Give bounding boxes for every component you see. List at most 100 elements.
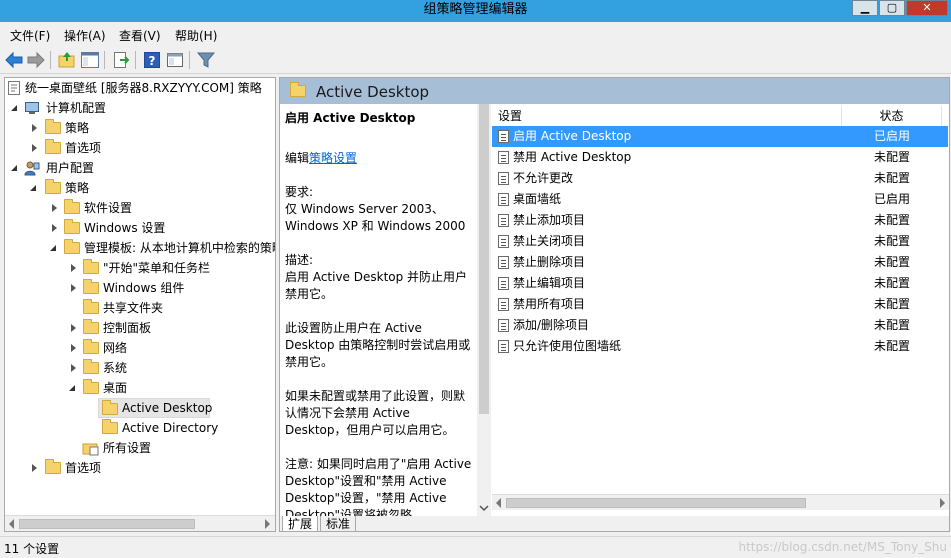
tree-item-windows-components[interactable]: Windows 组件	[5, 278, 275, 298]
description-vertical-scrollbar[interactable]	[477, 104, 491, 516]
tree-item-root[interactable]: 统一桌面壁纸 [服务器8.RXZYYY.COM] 策略	[5, 78, 275, 98]
table-row[interactable]: 禁止编辑项目 未配置	[492, 273, 948, 294]
collapsed-arrow-icon[interactable]	[71, 284, 76, 292]
tree-item-computer-config[interactable]: 计算机配置	[5, 98, 275, 118]
forward-arrow-icon[interactable]	[26, 50, 46, 70]
table-row[interactable]: 禁止关闭项目 未配置	[492, 231, 948, 252]
properties-icon[interactable]	[165, 50, 185, 70]
table-row[interactable]: 禁用所有项目 未配置	[492, 294, 948, 315]
setting-state: 未配置	[874, 213, 911, 227]
expanded-arrow-icon[interactable]	[11, 105, 17, 111]
collapsed-arrow-icon[interactable]	[32, 144, 37, 152]
expanded-arrow-icon[interactable]	[69, 385, 75, 391]
tree-item-cc-policies[interactable]: 策略	[5, 118, 275, 138]
policy-setting-icon	[498, 298, 509, 311]
collapsed-arrow-icon[interactable]	[52, 204, 57, 212]
policy-setting-icon	[498, 151, 509, 164]
collapsed-arrow-icon[interactable]	[32, 124, 37, 132]
details-header: Active Desktop	[280, 78, 949, 104]
tree-item-active-desktop[interactable]: Active Desktop	[98, 398, 212, 418]
column-header-state[interactable]: 状态	[842, 106, 942, 126]
scroll-right-arrow-icon[interactable]	[265, 519, 270, 529]
expanded-arrow-icon[interactable]	[50, 245, 56, 251]
table-row[interactable]: 桌面墙纸 已启用	[492, 189, 948, 210]
scroll-down-arrow-icon[interactable]	[479, 504, 489, 512]
scroll-left-arrow-icon[interactable]	[9, 519, 14, 529]
back-arrow-icon[interactable]	[4, 50, 24, 70]
description-text: 启用 Active Desktop 并防止用户禁用它。	[285, 270, 468, 301]
table-row[interactable]: 只允许使用位图墙纸 未配置	[492, 336, 948, 357]
table-row[interactable]: 禁止添加项目 未配置	[492, 210, 948, 231]
tree-item-uc-policies[interactable]: 策略	[5, 178, 275, 198]
collapsed-arrow-icon[interactable]	[71, 344, 76, 352]
policy-setting-icon	[498, 277, 509, 290]
tree-item-windows-settings[interactable]: Windows 设置	[5, 218, 275, 238]
folder-icon	[83, 339, 99, 354]
tab-extended[interactable]: 扩展	[282, 516, 319, 531]
table-row[interactable]: 禁止删除项目 未配置	[492, 252, 948, 273]
tree-item-cc-preferences[interactable]: 首选项	[5, 138, 275, 158]
tree-item-control-panel[interactable]: 控制面板	[5, 318, 275, 338]
expanded-arrow-icon[interactable]	[11, 165, 17, 171]
tree-horizontal-scrollbar[interactable]	[5, 515, 275, 531]
table-row[interactable]: 禁用 Active Desktop 未配置	[492, 147, 948, 168]
setting-state: 未配置	[874, 171, 911, 185]
collapsed-arrow-icon[interactable]	[71, 364, 76, 372]
scrollbar-thumb[interactable]	[479, 104, 489, 414]
expanded-arrow-icon[interactable]	[30, 185, 36, 191]
tree-item-network[interactable]: 网络	[5, 338, 275, 358]
view-tabs: 扩展 标准	[280, 516, 949, 531]
scroll-right-arrow-icon[interactable]	[940, 498, 945, 508]
tree-item-shared-folders[interactable]: 共享文件夹	[5, 298, 275, 318]
collapsed-arrow-icon[interactable]	[32, 464, 37, 472]
menu-view[interactable]: 查看(V)	[119, 27, 161, 44]
tree-item-all-settings[interactable]: 所有设置	[5, 438, 275, 458]
tree-item-admin-templates[interactable]: 管理模板: 从本地计算机中检索的策略	[5, 238, 275, 258]
tree-pane: 统一桌面壁纸 [服务器8.RXZYYY.COM] 策略 计算机配置 策略 首选项…	[4, 77, 276, 532]
column-header-setting[interactable]: 设置	[492, 106, 842, 126]
filter-icon[interactable]	[196, 50, 216, 70]
maximize-button[interactable]: ▢	[879, 0, 905, 16]
tree-label: Active Directory	[122, 421, 219, 435]
table-row[interactable]: 启用 Active Desktop 已启用	[492, 126, 948, 147]
table-row[interactable]: 不允许更改 未配置	[492, 168, 948, 189]
table-row[interactable]: 添加/删除项目 未配置	[492, 315, 948, 336]
user-icon	[24, 161, 40, 176]
description-panel: 启用 Active Desktop 编辑策略设置 要求: 仅 Windows S…	[280, 104, 480, 516]
tree-item-desktop[interactable]: 桌面	[5, 378, 275, 398]
export-list-icon[interactable]	[111, 50, 131, 70]
collapsed-arrow-icon[interactable]	[71, 264, 76, 272]
collapsed-arrow-icon[interactable]	[52, 224, 57, 232]
tree-item-system[interactable]: 系统	[5, 358, 275, 378]
menu-action[interactable]: 操作(A)	[64, 27, 106, 44]
tree-item-active-directory[interactable]: Active Directory	[5, 418, 275, 438]
folder-icon	[83, 299, 99, 314]
tree-item-uc-preferences[interactable]: 首选项	[5, 458, 275, 478]
show-hide-tree-icon[interactable]	[80, 50, 100, 70]
minimize-button[interactable]: ▁	[852, 0, 878, 16]
folder-icon	[64, 239, 80, 254]
menu-help[interactable]: 帮助(H)	[175, 27, 217, 44]
help-icon[interactable]: ?	[142, 50, 162, 70]
edit-policy-link[interactable]: 策略设置	[309, 151, 357, 165]
collapsed-arrow-icon[interactable]	[71, 324, 76, 332]
menu-file[interactable]: 文件(F)	[10, 27, 50, 44]
scrollbar-thumb[interactable]	[506, 498, 806, 508]
computer-icon	[25, 102, 39, 114]
tree-item-start-menu[interactable]: "开始"菜单和任务栏	[5, 258, 275, 278]
folder-icon	[102, 400, 118, 415]
list-horizontal-scrollbar[interactable]	[492, 494, 949, 510]
tree-label: 统一桌面壁纸 [服务器8.RXZYYY.COM] 策略	[25, 81, 262, 95]
toolbar-separator	[104, 51, 105, 69]
policy-title: 启用 Active Desktop	[285, 111, 416, 125]
tree-item-software-settings[interactable]: 软件设置	[5, 198, 275, 218]
scrollbar-thumb[interactable]	[19, 519, 195, 529]
scroll-left-arrow-icon[interactable]	[496, 498, 501, 508]
tree-label: 系统	[103, 361, 128, 375]
tree-item-user-config[interactable]: 用户配置	[5, 158, 275, 178]
policy-setting-icon	[498, 193, 509, 206]
svg-text:?: ?	[149, 54, 156, 68]
tab-standard[interactable]: 标准	[320, 516, 357, 531]
up-folder-icon[interactable]	[57, 50, 77, 70]
close-button[interactable]: ✕	[906, 0, 948, 16]
